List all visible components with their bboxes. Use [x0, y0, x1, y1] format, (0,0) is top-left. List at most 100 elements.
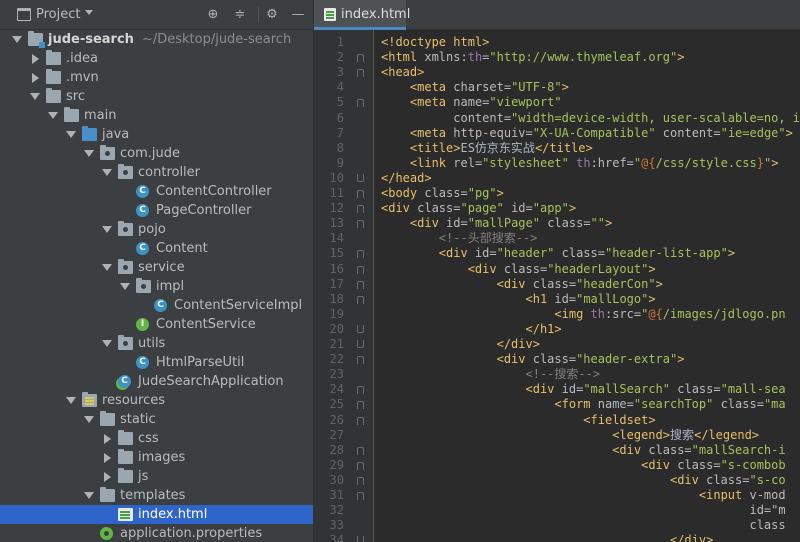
- chevron-down-icon[interactable]: [84, 416, 94, 423]
- tree-item[interactable]: images: [0, 448, 313, 467]
- tree-item[interactable]: resources: [0, 391, 313, 410]
- chevron-right-icon[interactable]: [104, 453, 111, 463]
- project-panel-title[interactable]: Project: [36, 7, 80, 22]
- fold-marker-icon[interactable]: [357, 280, 364, 289]
- code-area[interactable]: <!doctype html> <html xmlns:th="http://ww…: [381, 30, 800, 542]
- code-token: th: [576, 155, 591, 170]
- code-token: "pg": [467, 186, 497, 200]
- folder-icon: [46, 88, 61, 103]
- chevron-down-icon[interactable]: [66, 397, 76, 404]
- tree-item[interactable]: css: [0, 429, 313, 448]
- fold-marker-icon[interactable]: [357, 356, 364, 365]
- chevron-down-icon[interactable]: [120, 283, 130, 290]
- tree-item[interactable]: C PageController: [0, 201, 313, 220]
- chevron-right-icon[interactable]: [32, 73, 39, 83]
- tree-item[interactable]: index.html: [0, 505, 313, 524]
- minimize-icon[interactable]: —: [290, 7, 306, 23]
- tree-item[interactable]: C Content: [0, 239, 313, 258]
- tree-item[interactable]: C ContentController: [0, 182, 313, 201]
- fold-marker-icon[interactable]: [357, 386, 364, 395]
- chevron-right-icon[interactable]: [32, 54, 39, 64]
- tree-item[interactable]: main: [0, 106, 313, 125]
- chevron-down-icon[interactable]: [102, 264, 112, 271]
- tree-item-label: ContentController: [156, 184, 272, 199]
- chevron-down-icon[interactable]: [85, 10, 93, 15]
- tree-item[interactable]: utils: [0, 334, 313, 353]
- code-token: <meta: [409, 95, 454, 110]
- fold-marker-icon[interactable]: [357, 220, 364, 229]
- tree-item[interactable]: src: [0, 87, 313, 106]
- fold-marker-icon[interactable]: [357, 190, 364, 198]
- line-number: 4: [336, 80, 344, 95]
- tree-item[interactable]: java: [0, 125, 313, 144]
- tree-item[interactable]: service: [0, 258, 313, 277]
- tree-item[interactable]: js: [0, 467, 313, 486]
- tree-item[interactable]: impl: [0, 277, 313, 296]
- tree-item[interactable]: application.properties: [0, 524, 313, 542]
- fold-marker-icon[interactable]: [357, 173, 364, 182]
- tree-item-label: com.jude: [120, 146, 180, 161]
- folder-icon: [100, 411, 115, 426]
- fold-marker-icon[interactable]: [357, 446, 364, 455]
- tree-item-label: ContentServiceImpl: [174, 298, 303, 313]
- tree-item[interactable]: .idea: [0, 49, 313, 68]
- tree-item-label: templates: [120, 488, 186, 503]
- tree-item[interactable]: jude-search ~/Desktop/jude-search: [0, 30, 313, 49]
- code-token: >: [677, 352, 685, 367]
- code-token: <div: [641, 457, 678, 472]
- tree-item[interactable]: I ContentService: [0, 315, 313, 334]
- fold-marker-icon[interactable]: [357, 69, 364, 78]
- tree-item[interactable]: C JudeSearchApplication: [0, 372, 313, 391]
- line-number: 18: [329, 291, 344, 306]
- code-token: id=: [474, 246, 497, 261]
- code-token: "searchTop": [633, 397, 714, 412]
- fold-marker-icon[interactable]: [357, 295, 364, 304]
- fold-marker-icon[interactable]: [357, 205, 364, 214]
- locate-icon[interactable]: ⊕: [205, 7, 221, 23]
- tree-item[interactable]: com.jude: [0, 144, 313, 163]
- tree-item[interactable]: C HtmlParseUtil: [0, 353, 313, 372]
- fold-marker-icon[interactable]: [357, 401, 364, 410]
- fold-marker-icon[interactable]: [357, 324, 364, 333]
- code-token: th: [590, 306, 605, 321]
- tree-item[interactable]: controller: [0, 163, 313, 182]
- tab-index-html[interactable]: index.html: [314, 0, 410, 30]
- chevron-down-icon[interactable]: [30, 93, 40, 100]
- chevron-down-icon[interactable]: [84, 492, 94, 499]
- fold-marker-icon[interactable]: [357, 340, 364, 348]
- fold-marker-icon[interactable]: [357, 492, 364, 500]
- code-line: <meta http-equiv="X-UA-Compatible" conte…: [381, 126, 793, 141]
- chevron-down-icon[interactable]: [102, 169, 112, 176]
- project-path: ~/Desktop/jude-search: [141, 32, 292, 47]
- collapse-icon[interactable]: ≑: [232, 7, 248, 23]
- fold-marker-icon[interactable]: [357, 461, 364, 470]
- chevron-down-icon[interactable]: [12, 36, 22, 43]
- code-token: "headerLayout": [547, 261, 649, 276]
- chevron-down-icon[interactable]: [84, 150, 94, 157]
- fold-marker-icon[interactable]: [357, 250, 364, 259]
- fold-marker-icon[interactable]: [357, 416, 364, 425]
- chevron-down-icon[interactable]: [48, 112, 58, 119]
- gear-icon[interactable]: ⚙: [264, 7, 280, 23]
- fold-marker-icon[interactable]: [357, 54, 364, 63]
- tree-item[interactable]: pojo: [0, 220, 313, 239]
- code-token: name=: [597, 397, 634, 412]
- code-token: <div: [467, 261, 504, 276]
- code-token: >: [561, 80, 569, 95]
- fold-marker-icon[interactable]: [357, 265, 364, 274]
- chevron-right-icon[interactable]: [104, 472, 111, 482]
- fold-marker-icon[interactable]: [357, 99, 364, 108]
- tree-item[interactable]: .mvn: [0, 68, 313, 87]
- fold-marker-icon[interactable]: [357, 536, 364, 542]
- code-line: <!--头部搜索-->: [381, 231, 538, 246]
- chevron-down-icon[interactable]: [102, 226, 112, 233]
- tree-item[interactable]: C ContentServiceImpl: [0, 296, 313, 315]
- tree-item[interactable]: static: [0, 410, 313, 429]
- chevron-right-icon[interactable]: [104, 434, 111, 444]
- code-token: <meta: [409, 80, 454, 95]
- chevron-down-icon[interactable]: [102, 340, 112, 347]
- tree-item[interactable]: templates: [0, 486, 313, 505]
- chevron-down-icon[interactable]: [66, 131, 76, 138]
- fold-marker-icon[interactable]: [357, 476, 364, 485]
